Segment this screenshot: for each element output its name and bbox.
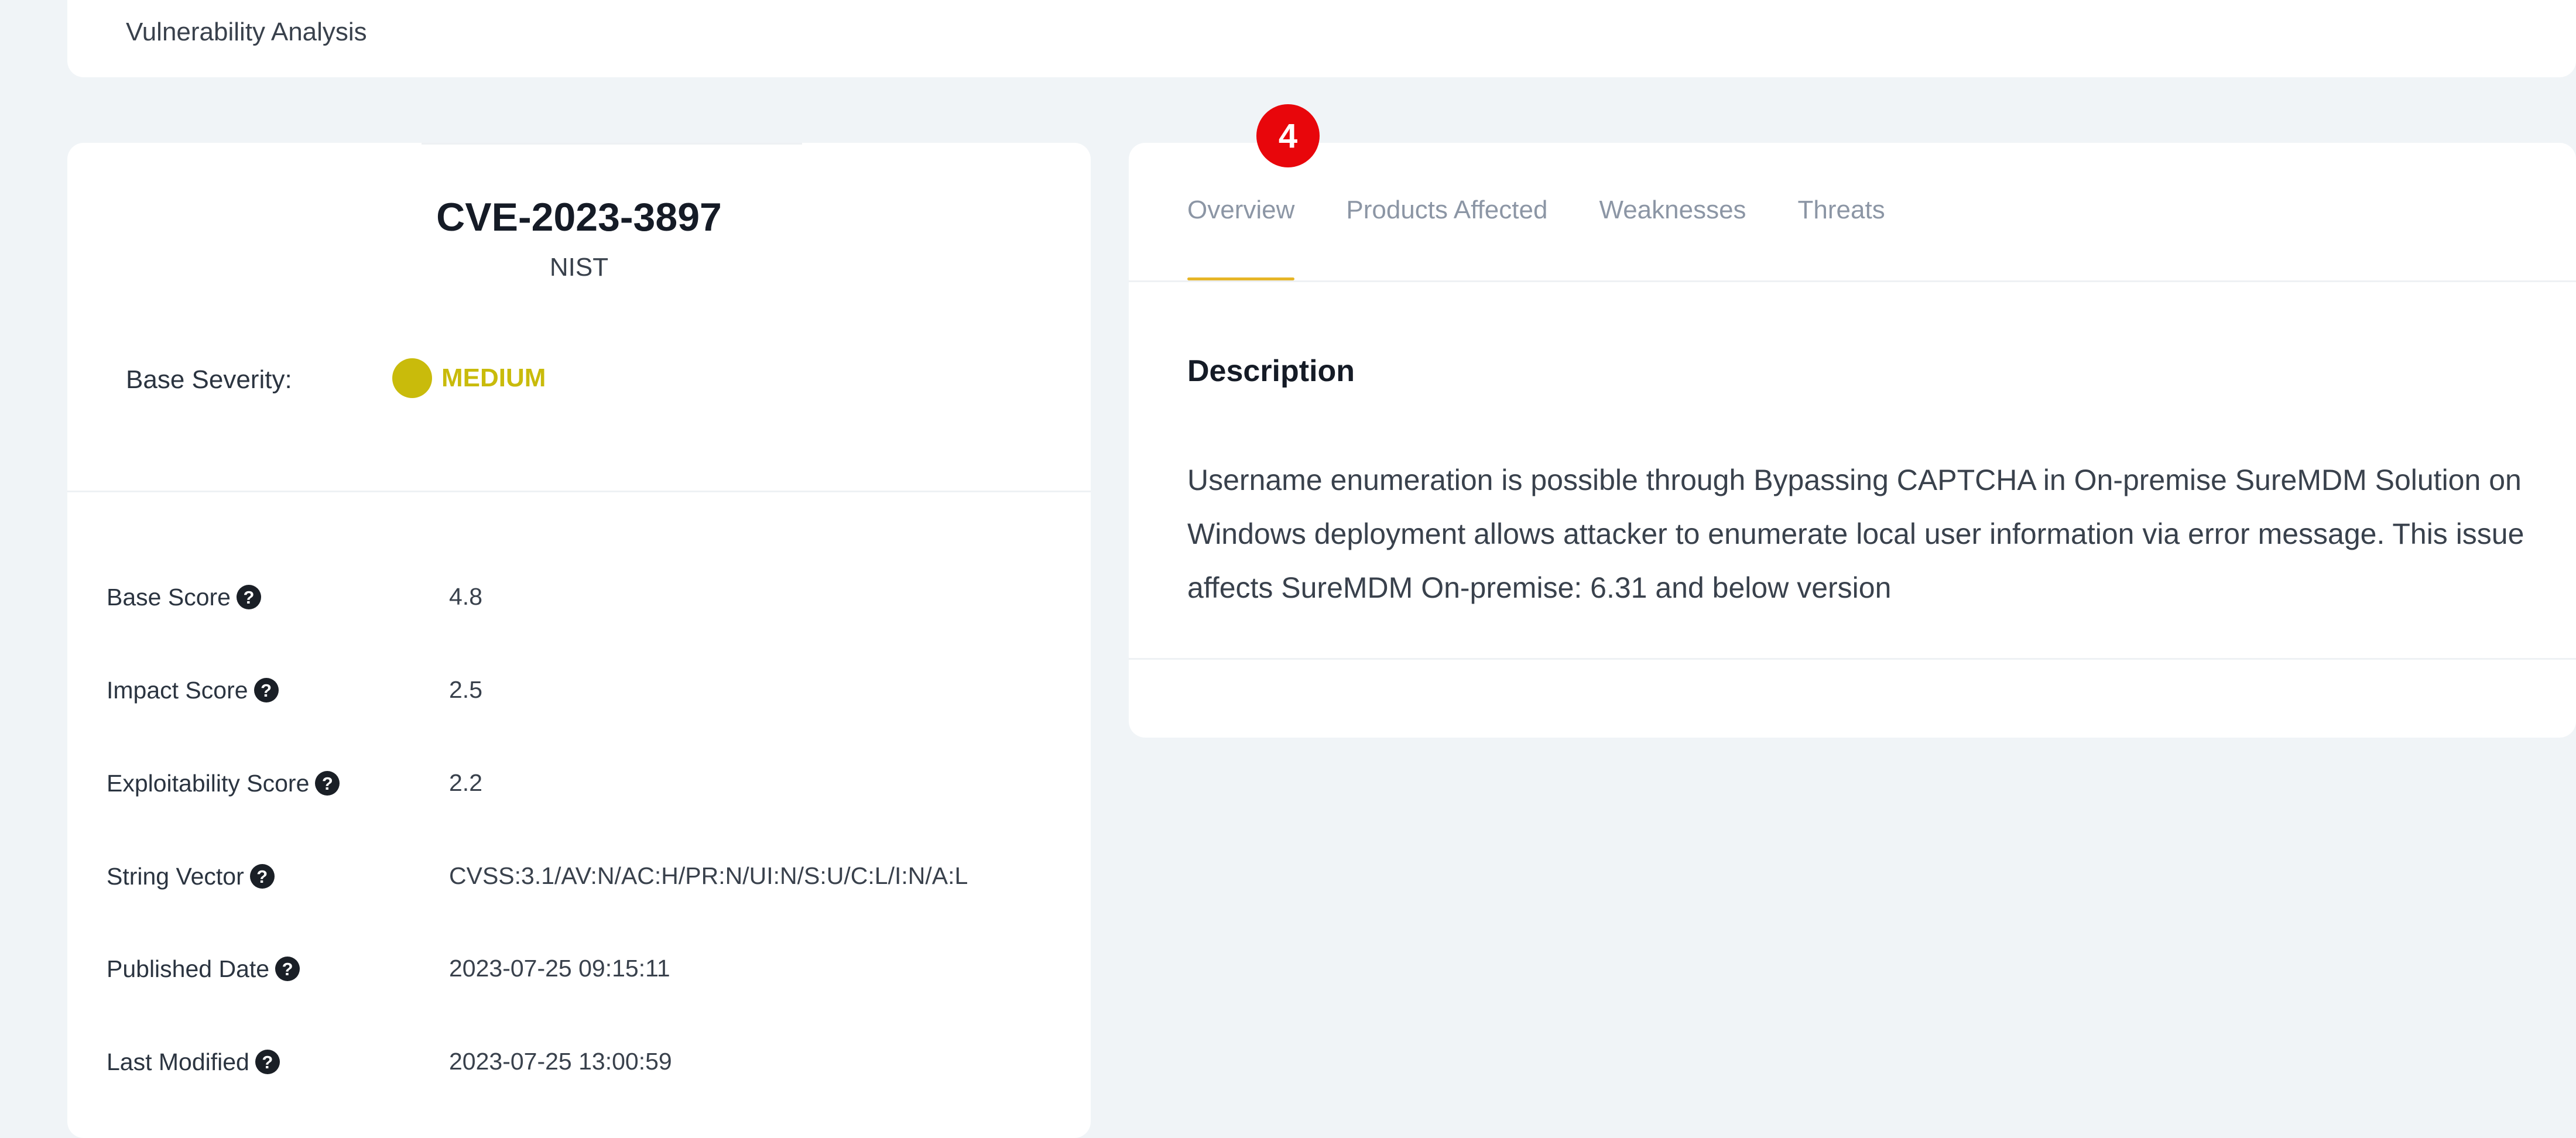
help-icon[interactable]: ?	[236, 585, 261, 609]
card-top-divider	[422, 143, 802, 145]
cve-summary-card: CVE-2023-3897 NIST Base Severity: MEDIUM…	[67, 143, 1091, 1138]
help-icon[interactable]: ?	[275, 957, 300, 981]
severity-dot-icon	[392, 358, 432, 398]
metric-row-exploitability-score: Exploitability Score ?	[107, 766, 340, 801]
help-icon[interactable]: ?	[255, 1050, 280, 1074]
metric-label: Exploitability Score	[107, 769, 310, 797]
metric-label: Impact Score	[107, 676, 248, 704]
metric-row-last-modified: Last Modified ?	[107, 1044, 280, 1079]
tab-weaknesses[interactable]: Weaknesses	[1599, 143, 1746, 282]
step-number-badge: 4	[1256, 104, 1320, 167]
base-severity-label: Base Severity:	[126, 365, 292, 394]
description-heading: Description	[1187, 354, 1355, 388]
tabs-divider	[1129, 280, 2576, 282]
summary-divider	[67, 491, 1091, 492]
metric-row-base-score: Base Score ?	[107, 580, 261, 615]
metric-value: 2.5	[449, 676, 482, 703]
cve-id-title: CVE-2023-3897	[436, 195, 722, 239]
metric-label: Published Date	[107, 955, 270, 982]
metric-value: CVSS:3.1/AV:N/AC:H/PR:N/UI:N/S:U/C:L/I:N…	[449, 862, 968, 889]
tab-products-affected[interactable]: Products Affected	[1346, 143, 1547, 282]
severity-value: MEDIUM	[441, 364, 546, 392]
cve-detail-card: Overview Products Affected Weaknesses Th…	[1129, 143, 2576, 738]
description-text: Username enumeration is possible through…	[1187, 464, 2524, 604]
metric-label: Base Score	[107, 583, 231, 611]
help-icon[interactable]: ?	[315, 771, 340, 796]
metric-value: 2023-07-25 09:15:11	[449, 955, 670, 982]
metric-row-published-date: Published Date ?	[107, 951, 300, 986]
metric-label: Last Modified	[107, 1048, 249, 1075]
metric-row-impact-score: Impact Score ?	[107, 673, 279, 708]
help-icon[interactable]: ?	[254, 678, 279, 702]
metric-value: 2.2	[449, 769, 482, 796]
tab-threats[interactable]: Threats	[1798, 143, 1885, 282]
metric-value: 2023-07-25 13:00:59	[449, 1048, 672, 1075]
help-icon[interactable]: ?	[249, 864, 275, 889]
metric-label: String Vector	[107, 862, 244, 890]
metric-row-string-vector: String Vector ?	[107, 859, 275, 894]
description-divider	[1129, 658, 2576, 660]
top-header-bar: Vulnerability Analysis	[67, 0, 2576, 77]
page-title: Vulnerability Analysis	[126, 18, 367, 46]
metric-value: 4.8	[449, 583, 482, 610]
severity-badge: MEDIUM	[392, 358, 546, 398]
cve-source: NIST	[549, 253, 609, 282]
